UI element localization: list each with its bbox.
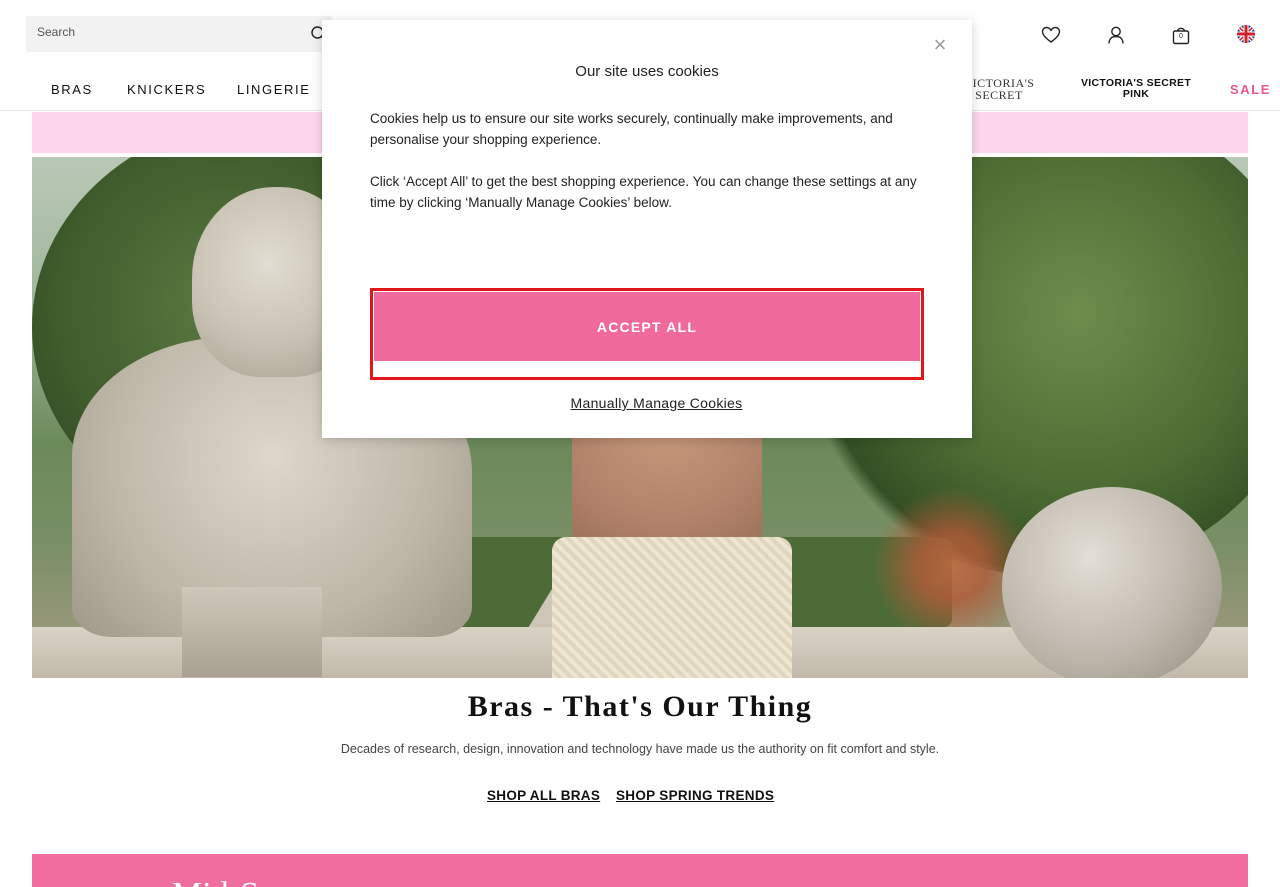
bottom-banner[interactable]: Mid-S	[32, 854, 1248, 887]
cookie-paragraph-2: Click ‘Accept All’ to get the best shopp…	[370, 174, 917, 210]
nav-item-sale[interactable]: SALE	[1230, 82, 1271, 97]
hero-model-skirt	[552, 537, 792, 678]
hero-description: Decades of research, design, innovation …	[340, 742, 940, 756]
search-input[interactable]	[26, 16, 306, 52]
accept-all-button[interactable]: ACCEPT ALL	[374, 292, 920, 361]
hero-statue-base	[182, 587, 322, 677]
nav-item-bras[interactable]: Bras	[51, 82, 93, 97]
cookie-paragraph-1: Cookies help us to ensure our site works…	[370, 111, 893, 147]
nav-item-knickers[interactable]: Knickers	[127, 82, 206, 97]
uk-flag-icon[interactable]	[1236, 24, 1256, 44]
cookie-modal-title: Our site uses cookies	[575, 63, 719, 80]
hero-stone-sphere	[1002, 487, 1222, 678]
search-box[interactable]	[26, 16, 332, 52]
victorias-secret-pink-logo[interactable]: VICTORIA'S SECRET PINK	[1080, 78, 1192, 100]
manually-manage-cookies-link[interactable]: Manually Manage Cookies	[322, 395, 991, 411]
cookie-modal: × Our site uses cookies Cookies help us …	[322, 20, 972, 438]
heart-icon[interactable]	[1040, 24, 1062, 46]
shop-all-bras-link[interactable]: SHOP ALL BRAS	[487, 788, 600, 803]
bag-count: 0	[1179, 33, 1183, 40]
account-icon[interactable]	[1105, 24, 1127, 46]
hero-title: Bras - That's Our Thing	[467, 690, 813, 723]
bottom-banner-text: Mid-S	[172, 876, 259, 887]
cookie-modal-body: Cookies help us to ensure our site works…	[370, 108, 930, 213]
close-icon[interactable]: ×	[931, 34, 949, 56]
shop-spring-trends-link[interactable]: SHOP SPRING TRENDS	[616, 788, 774, 803]
nav-item-lingerie[interactable]: Lingerie	[237, 82, 310, 97]
